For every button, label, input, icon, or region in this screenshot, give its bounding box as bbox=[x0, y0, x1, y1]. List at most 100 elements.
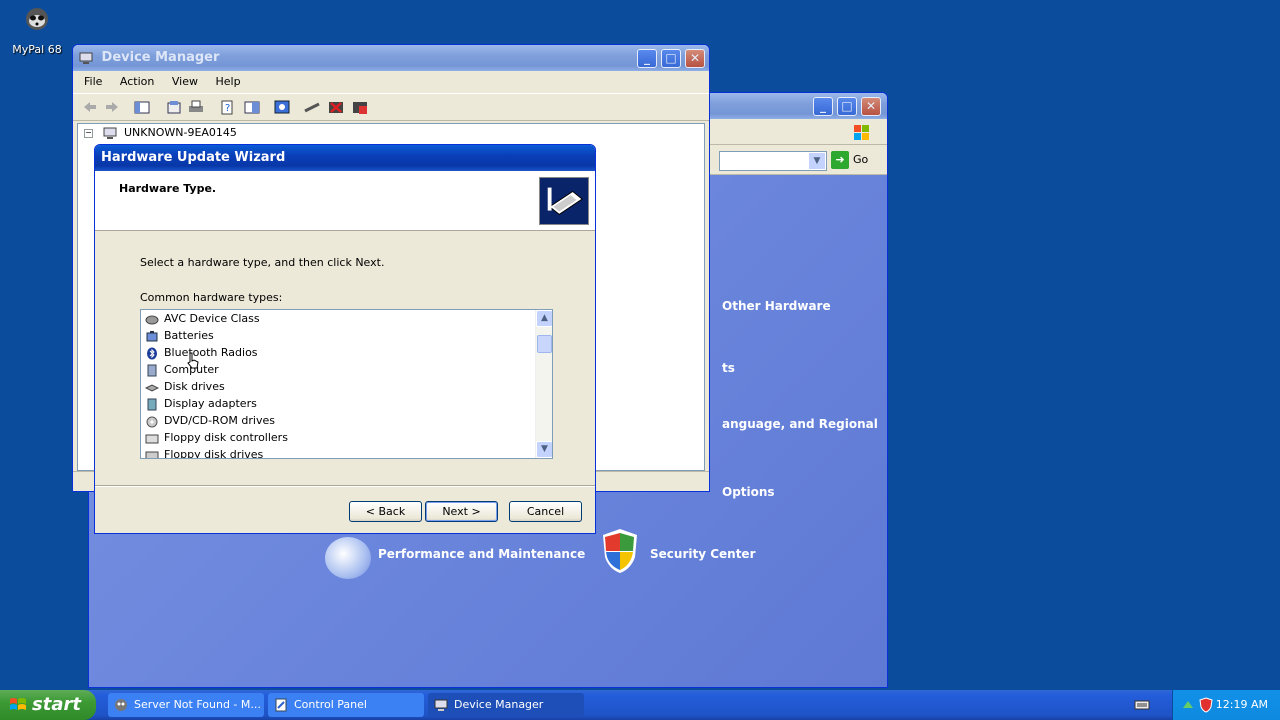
list-item[interactable]: Disk drives bbox=[141, 378, 552, 395]
list-item-label: AVC Device Class bbox=[164, 312, 260, 325]
computer-icon bbox=[434, 699, 448, 711]
list-item-label: Bluetooth Radios bbox=[164, 346, 258, 359]
button-separator bbox=[95, 485, 595, 487]
go-arrow-icon: ➜ bbox=[831, 151, 849, 169]
menu-help[interactable]: Help bbox=[208, 71, 247, 92]
floppy-drive-icon bbox=[145, 451, 159, 458]
maximize-button[interactable]: □ bbox=[837, 97, 857, 116]
help-icon[interactable]: ? bbox=[219, 99, 237, 116]
disk-drive-icon bbox=[145, 383, 159, 392]
back-arrow-icon[interactable] bbox=[81, 99, 99, 116]
show-hide-tree-icon[interactable] bbox=[133, 99, 151, 116]
category-date-language[interactable]: anguage, and Regional bbox=[722, 417, 878, 431]
wizard-instruction: Select a hardware type, and then click N… bbox=[140, 256, 385, 269]
system-tray: 12:19 AM bbox=[1172, 690, 1280, 720]
raccoon-icon bbox=[26, 8, 48, 30]
list-scrollbar[interactable]: ▲ ▼ bbox=[535, 310, 552, 458]
control-panel-icon bbox=[275, 698, 287, 712]
forward-arrow-icon[interactable] bbox=[103, 99, 121, 116]
computer-icon bbox=[147, 364, 157, 376]
task-control-panel[interactable]: Control Panel bbox=[268, 693, 424, 717]
task-device-manager[interactable]: Device Manager bbox=[428, 693, 584, 717]
start-label: start bbox=[32, 694, 81, 715]
list-item[interactable]: AVC Device Class bbox=[141, 310, 552, 327]
clock: 12:19 AM bbox=[1215, 698, 1268, 711]
scroll-up-icon[interactable]: ▲ bbox=[536, 310, 552, 327]
security-shield-icon[interactable] bbox=[1199, 697, 1213, 713]
wizard-titlebar[interactable]: Hardware Update Wizard bbox=[95, 145, 595, 171]
maximize-button[interactable]: □ bbox=[661, 49, 681, 68]
minimize-button[interactable]: _ bbox=[813, 97, 833, 116]
menu-action[interactable]: Action bbox=[113, 71, 161, 92]
category-accounts[interactable]: ts bbox=[722, 361, 735, 375]
cancel-button[interactable]: Cancel bbox=[509, 501, 582, 522]
network-icon[interactable] bbox=[1181, 698, 1195, 712]
close-button[interactable]: ✕ bbox=[685, 49, 705, 68]
go-button[interactable]: ➜ Go bbox=[831, 151, 868, 169]
svg-text:?: ? bbox=[225, 103, 230, 114]
uninstall-icon[interactable] bbox=[327, 99, 345, 116]
update-driver-icon[interactable] bbox=[303, 99, 321, 116]
bluetooth-icon bbox=[147, 347, 157, 359]
category-accessibility-options[interactable]: Options bbox=[722, 485, 775, 499]
device-manager-titlebar[interactable]: Device Manager _ □ ✕ bbox=[73, 45, 709, 71]
tree-root[interactable]: − UNKNOWN-9EA0145 bbox=[84, 126, 237, 139]
desktop-icon-mypal[interactable]: MyPal 68 bbox=[10, 4, 64, 56]
chevron-down-icon[interactable]: ▼ bbox=[809, 153, 825, 169]
list-item-label: Floppy disk controllers bbox=[164, 431, 288, 444]
mouse-cursor-icon bbox=[187, 352, 199, 369]
task-server-not-found[interactable]: Server Not Found - M... bbox=[108, 693, 264, 717]
category-security-center[interactable]: Security Center bbox=[650, 547, 756, 561]
list-item[interactable]: Batteries bbox=[141, 327, 552, 344]
scroll-thumb[interactable] bbox=[537, 335, 552, 353]
hardware-type-list[interactable]: AVC Device Class Batteries Bluetooth Rad… bbox=[140, 309, 553, 459]
disable-icon[interactable] bbox=[351, 99, 369, 116]
scroll-down-icon[interactable]: ▼ bbox=[536, 441, 552, 458]
display-adapter-icon bbox=[147, 398, 157, 410]
print-icon[interactable] bbox=[187, 99, 205, 116]
windows-logo-icon bbox=[854, 125, 869, 140]
performance-icon[interactable] bbox=[325, 537, 371, 579]
list-item-label: Batteries bbox=[164, 329, 214, 342]
list-item[interactable]: Floppy disk drives bbox=[141, 446, 552, 459]
taskbar: start Server Not Found - M... Control Pa… bbox=[0, 690, 1280, 720]
list-item[interactable]: Floppy disk controllers bbox=[141, 429, 552, 446]
category-other-hardware[interactable]: Other Hardware bbox=[722, 299, 831, 313]
tree-root-label: UNKNOWN-9EA0145 bbox=[124, 126, 237, 139]
device-manager-toolbar: ? bbox=[73, 93, 709, 121]
next-button[interactable]: Next > bbox=[425, 501, 498, 522]
hardware-update-wizard[interactable]: Hardware Update Wizard Hardware Type. Se… bbox=[94, 144, 596, 534]
list-item[interactable]: DVD/CD-ROM drives bbox=[141, 412, 552, 429]
list-item[interactable]: Display adapters bbox=[141, 395, 552, 412]
device-manager-menubar: File Action View Help bbox=[73, 71, 709, 93]
keyboard-icon[interactable] bbox=[1134, 698, 1150, 712]
dvd-drive-icon bbox=[146, 416, 158, 427]
address-dropdown[interactable]: ▼ bbox=[719, 151, 827, 171]
properties-icon[interactable] bbox=[165, 99, 183, 116]
list-item[interactable]: Bluetooth Radios bbox=[141, 344, 552, 361]
menu-file[interactable]: File bbox=[77, 71, 109, 92]
task-label: Device Manager bbox=[454, 698, 544, 711]
list-item-label: Floppy disk drives bbox=[164, 448, 264, 459]
task-label: Server Not Found - M... bbox=[134, 698, 261, 711]
minimize-button[interactable]: _ bbox=[637, 49, 657, 68]
menu-view[interactable]: View bbox=[165, 71, 205, 92]
start-button[interactable]: start bbox=[0, 690, 96, 720]
desktop-icon-label: MyPal 68 bbox=[12, 43, 62, 56]
wizard-title: Hardware Update Wizard bbox=[101, 150, 286, 165]
avc-device-icon bbox=[145, 315, 159, 324]
shield-icon[interactable] bbox=[599, 527, 641, 575]
close-button[interactable]: ✕ bbox=[861, 97, 881, 116]
task-label: Control Panel bbox=[294, 698, 367, 711]
category-performance-maintenance[interactable]: Performance and Maintenance bbox=[378, 547, 585, 561]
list-item[interactable]: Computer bbox=[141, 361, 552, 378]
hardware-card-icon bbox=[539, 177, 589, 225]
browser-icon bbox=[115, 699, 127, 711]
collapse-icon[interactable]: − bbox=[84, 128, 93, 138]
back-button[interactable]: < Back bbox=[349, 501, 422, 522]
view-icon[interactable] bbox=[243, 99, 261, 116]
wizard-header: Hardware Type. bbox=[95, 171, 595, 231]
computer-icon bbox=[79, 52, 93, 64]
scan-hardware-icon[interactable] bbox=[273, 99, 291, 116]
list-item-label: DVD/CD-ROM drives bbox=[164, 414, 275, 427]
